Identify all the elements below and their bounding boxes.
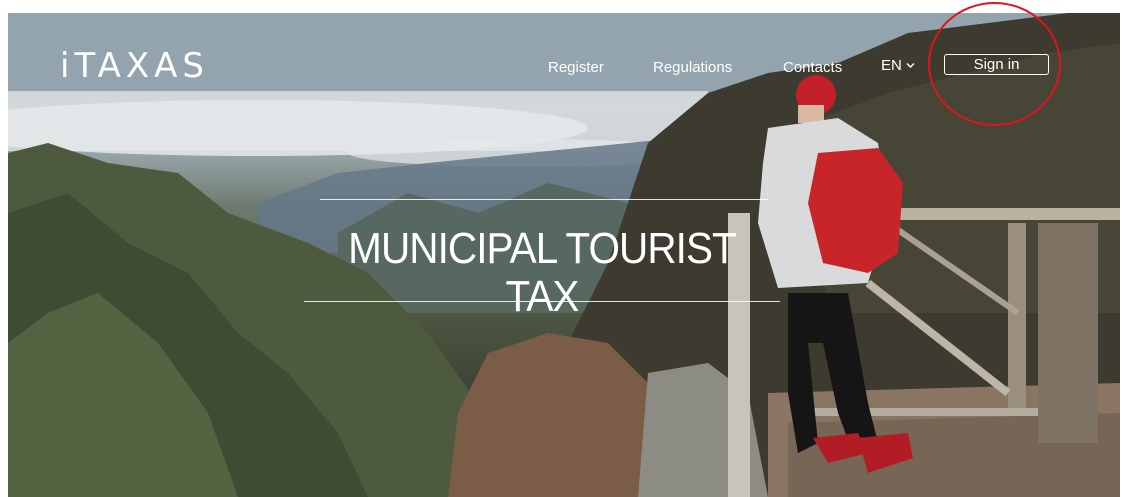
language-label: EN: [881, 57, 902, 74]
nav-regulations-link[interactable]: Regulations: [653, 59, 732, 76]
headline-rule-bottom: [304, 301, 780, 302]
hero-headline: MUNICIPAL TOURIST TAX: [348, 224, 737, 322]
nav-contacts-link[interactable]: Contacts: [783, 59, 842, 76]
headline-rule-top: [320, 199, 768, 200]
brand-logo[interactable]: iTAXAS: [60, 49, 209, 83]
language-selector[interactable]: EN: [881, 57, 915, 74]
page-frame: iTAXAS Register Regulations Contacts EN …: [0, 0, 1122, 497]
chevron-down-icon: [906, 63, 915, 68]
hero-banner: iTAXAS Register Regulations Contacts EN …: [8, 13, 1120, 497]
sign-in-button[interactable]: Sign in: [944, 54, 1049, 75]
nav-register-link[interactable]: Register: [548, 59, 604, 76]
